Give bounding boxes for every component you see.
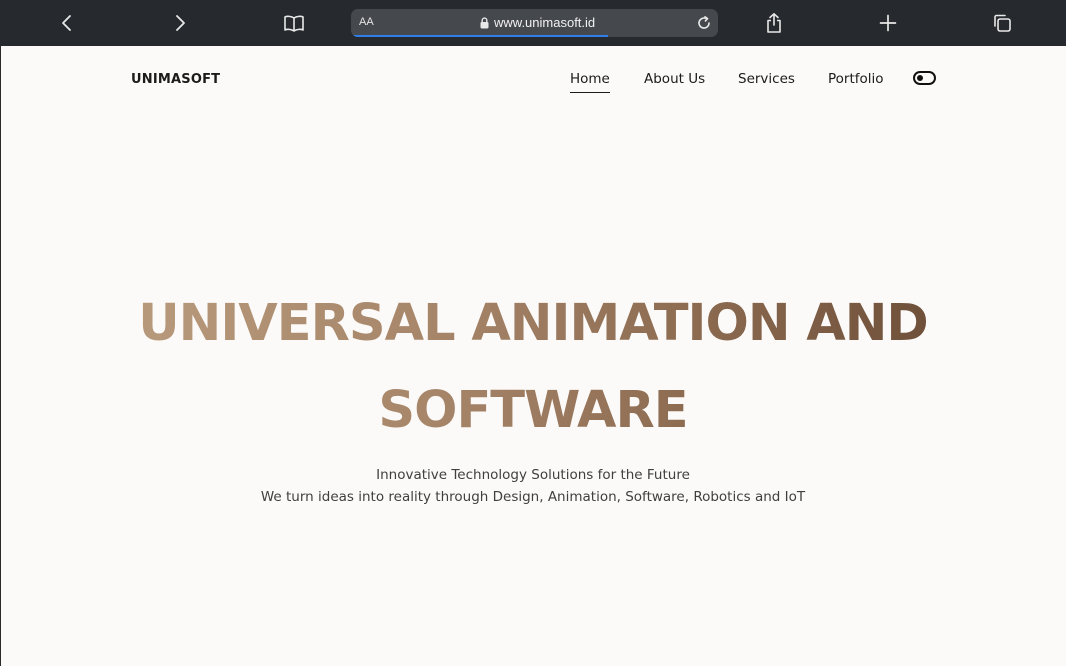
url-display[interactable]: www.unimasoft.id xyxy=(480,15,595,30)
hero-title-line2: SOFTWARE xyxy=(0,367,1066,454)
nav-portfolio[interactable]: Portfolio xyxy=(828,71,884,87)
toggle-icon xyxy=(917,75,923,81)
hero-tagline: Innovative Technology Solutions for the … xyxy=(376,467,690,483)
new-tab-icon xyxy=(879,14,897,32)
back-button[interactable] xyxy=(52,8,82,38)
nav-services[interactable]: Services xyxy=(738,71,795,87)
site-header: UNIMASOFT Home About Us Services Portfol… xyxy=(0,46,1066,114)
tabs-overview-button[interactable] xyxy=(987,8,1017,38)
reload-icon xyxy=(698,16,710,29)
hero-subtitle: Innovative Technology Solutions for the … xyxy=(0,464,1066,508)
address-bar[interactable]: AA www.unimasoft.id xyxy=(351,9,718,37)
hero-title-line1: UNIVERSAL ANIMATION AND xyxy=(0,280,1066,367)
nav-about-us[interactable]: About Us xyxy=(644,71,705,87)
forward-icon xyxy=(176,15,185,31)
new-tab-button[interactable] xyxy=(873,8,903,38)
hero-description: We turn ideas into reality through Desig… xyxy=(260,489,806,505)
forward-button[interactable] xyxy=(165,8,195,38)
browser-toolbar: AA www.unimasoft.id xyxy=(0,0,1066,46)
nav-home[interactable]: Home xyxy=(570,71,610,93)
url-text: www.unimasoft.id xyxy=(494,15,596,30)
share-icon xyxy=(767,13,781,33)
bookmarks-button[interactable] xyxy=(279,8,309,38)
lock-icon xyxy=(480,16,489,28)
hero-section: UNIVERSAL ANIMATION AND SOFTWARE Innovat… xyxy=(0,280,1066,508)
reload-button[interactable] xyxy=(694,13,714,33)
share-button[interactable] xyxy=(759,8,789,38)
back-icon xyxy=(62,15,71,31)
page-load-progress xyxy=(351,35,608,37)
site-logo[interactable]: UNIMASOFT xyxy=(131,72,220,87)
bookmarks-icon xyxy=(284,15,304,32)
tabs-icon xyxy=(994,14,1011,32)
text-size-button[interactable]: AA xyxy=(359,16,374,28)
theme-toggle[interactable] xyxy=(913,71,936,85)
